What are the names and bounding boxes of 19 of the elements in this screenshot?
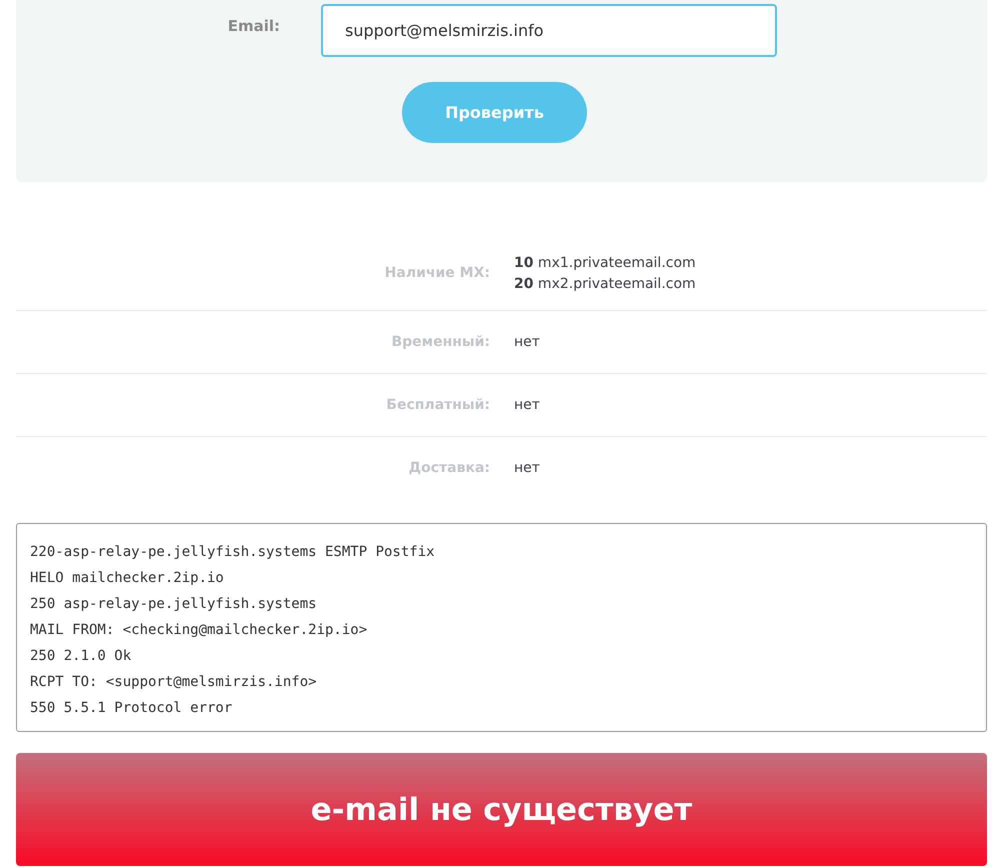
result-value: 20 mx2.privateemail.com <box>514 276 696 292</box>
result-label: Временный: <box>390 334 490 350</box>
result-label: Бесплатный: <box>385 397 490 413</box>
log-line: 250 asp-relay-pe.jellyfish.systems <box>30 595 318 614</box>
result-label: Наличие MX: <box>384 265 490 281</box>
result-value: 10 mx1.privateemail.com <box>514 254 696 270</box>
log-line: MAIL FROM: <checking@mailchecker.2ip.io> <box>30 621 368 640</box>
email-input[interactable]: support@melsmirzis.info <box>321 4 777 57</box>
log-line: 550 5.5.1 Protocol error <box>30 699 234 718</box>
result-value: нет <box>514 460 540 476</box>
email-label: Email: <box>226 16 281 37</box>
result-label: Доставка: <box>408 460 490 476</box>
log-line: HELO mailchecker.2ip.io <box>30 569 225 588</box>
verdict-text: e-mail не существует <box>310 792 692 828</box>
log-line: RCPT TO: <support@melsmirzis.info> <box>30 673 318 692</box>
log-line: 220-asp-relay-pe.jellyfish.systems ESMTP Postfix <box>30 543 436 562</box>
log-line: 250 2.1.0 Ok <box>30 647 132 666</box>
result-value: нет <box>514 397 540 413</box>
result-value: нет <box>514 334 540 350</box>
